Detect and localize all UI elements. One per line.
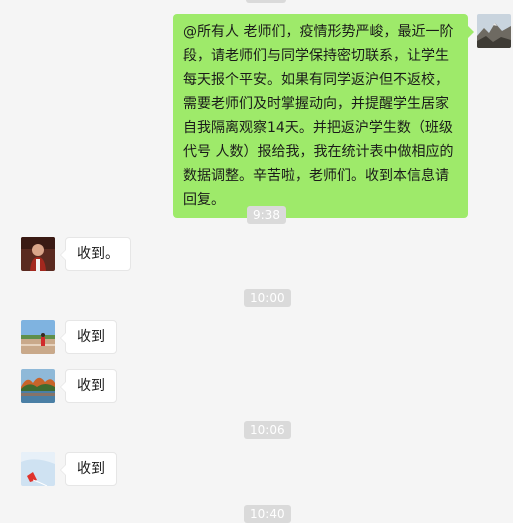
incoming-message-bubble[interactable]: 收到 xyxy=(60,369,117,403)
incoming-message-bubble[interactable]: 收到。 xyxy=(60,237,131,271)
mountain-avatar-image xyxy=(477,14,511,48)
message-line: 数据调整。辛苦啦，老师们。收到本信息请 xyxy=(183,168,449,184)
avatar-sky-kite[interactable] xyxy=(21,452,55,486)
self-avatar[interactable] xyxy=(477,14,511,48)
sky-kite-avatar-image xyxy=(21,452,55,486)
avatar-track-field[interactable] xyxy=(21,320,55,354)
timestamp-chip: 10:40 xyxy=(244,505,291,523)
message-line: 段，请老师们与同学保持密切联系，让学生 xyxy=(183,48,449,64)
message-line: 每天报个平安。如果有同学返沪但不返校， xyxy=(183,72,449,88)
autumn-lake-avatar-image xyxy=(21,369,55,403)
avatar-portrait[interactable] xyxy=(21,237,55,271)
portrait-avatar-image xyxy=(21,237,55,271)
incoming-message-bubble[interactable]: 收到 xyxy=(60,320,117,354)
chat-panel[interactable]: @所有人 老师们，疫情形势严峻，最近一阶 段，请老师们与同学保持密切联系，让学生… xyxy=(0,0,513,523)
message-line: @所有人 老师们，疫情形势严峻，最近一阶 xyxy=(183,24,454,40)
timestamp-chip: 10:06 xyxy=(244,421,291,439)
message-line: 代号 人数）报给我，我在统计表中做相应的 xyxy=(183,144,454,160)
timestamp-chip-top xyxy=(246,0,286,3)
outgoing-message-bubble[interactable]: @所有人 老师们，疫情形势严峻，最近一阶 段，请老师们与同学保持密切联系，让学生… xyxy=(173,14,474,218)
track-field-avatar-image xyxy=(21,320,55,354)
message-line: 自我隔离观察14天。并把返沪学生数（班级 xyxy=(183,120,453,136)
timestamp-chip: 10:00 xyxy=(244,289,291,307)
incoming-message-bubble[interactable]: 收到 xyxy=(60,452,117,486)
timestamp-chip: 9:38 xyxy=(247,206,286,224)
avatar-autumn-lake[interactable] xyxy=(21,369,55,403)
message-line: 需要老师们及时掌握动向，并提醒学生居家 xyxy=(183,96,449,112)
message-line: 回复。 xyxy=(183,192,225,208)
